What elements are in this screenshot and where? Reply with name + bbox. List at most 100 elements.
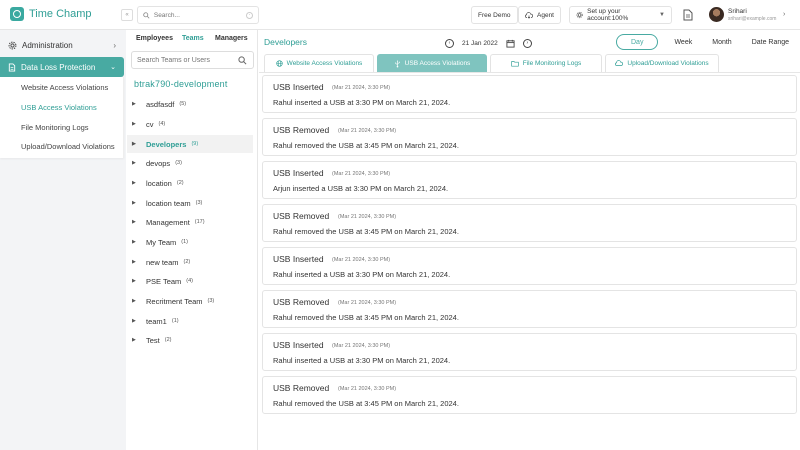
team-count: (2) (176, 180, 184, 186)
teams-search[interactable] (131, 51, 254, 69)
chevron-down-icon: ▼ (659, 12, 665, 18)
calendar-icon[interactable] (506, 39, 515, 48)
next-date-icon[interactable]: › (522, 38, 532, 48)
team-item[interactable]: ▶ Recritment Team (3) (127, 292, 253, 310)
dlp-submenu: Website Access Violations USB Access Vio… (0, 77, 124, 158)
avatar[interactable] (709, 7, 724, 22)
tab-label: File Monitoring Logs (522, 60, 582, 67)
team-item-active[interactable]: ▶ Developers (9) (127, 135, 253, 153)
team-count: (4) (158, 121, 166, 127)
team-item[interactable]: ▶ devops (3) (127, 154, 253, 172)
folder-icon (511, 61, 519, 67)
event-title: USB Removed (273, 383, 330, 393)
team-name: devops (146, 158, 171, 168)
global-search[interactable]: · (137, 6, 259, 24)
brand[interactable]: Time Champ (10, 7, 92, 21)
event-card: USB Inserted (Mar 21 2024, 3:30 PM) Rahu… (262, 75, 797, 113)
event-card: USB Inserted (Mar 21 2024, 3:30 PM) Arju… (262, 161, 797, 199)
caret-right-icon: ▶ (132, 337, 136, 343)
team-item[interactable]: ▶ location team (3) (127, 194, 253, 212)
team-item[interactable]: ▶ My Team (1) (127, 233, 253, 251)
chevron-right-icon: › (113, 40, 116, 50)
account-setup-button[interactable]: Set up your account:100% ▼ (569, 6, 672, 24)
team-item[interactable]: ▶ team1 (1) (127, 312, 253, 330)
range-month-button[interactable]: Month (704, 34, 739, 50)
subnav-website-access-violations[interactable]: Website Access Violations (21, 83, 108, 92)
tab-managers[interactable]: Managers (215, 35, 248, 42)
tab-teams[interactable]: Teams (182, 35, 204, 42)
team-count: (17) (194, 219, 205, 225)
event-message: Rahul inserted a USB at 3:30 PM on March… (273, 98, 451, 107)
range-week-button[interactable]: Week (666, 34, 700, 50)
caret-right-icon: ▶ (132, 278, 136, 284)
sidebar-item-label: Data Loss Protection (21, 62, 96, 72)
caret-right-icon: ▶ (132, 239, 136, 245)
team-item[interactable]: ▶ new team (2) (127, 253, 253, 271)
sidebar-item-data-loss-protection[interactable]: Data Loss Protection ⌄ (0, 57, 124, 77)
search-icon (238, 56, 247, 65)
team-count: (1) (171, 318, 179, 324)
event-card: USB Removed (Mar 21 2024, 3:30 PM) Rahul… (262, 204, 797, 242)
prev-date-icon[interactable]: ‹ (445, 38, 454, 48)
event-message: Rahul inserted a USB at 3:30 PM on March… (273, 270, 451, 279)
document-icon[interactable] (683, 9, 693, 23)
date-label[interactable]: 21 Jan 2022 (462, 40, 498, 47)
event-title: USB Removed (273, 211, 330, 221)
event-time: (Mar 21 2024, 3:30 PM) (338, 386, 397, 392)
subnav-upload-download-violations[interactable]: Upload/Download Violations (21, 142, 115, 151)
tab-upload-download-violations[interactable]: Upload/Download Violations (605, 54, 719, 72)
tab-usb-access-violations[interactable]: USB Access Violations (377, 54, 487, 72)
org-title[interactable]: btrak790-development (134, 79, 228, 89)
team-item[interactable]: ▶ Management (17) (127, 213, 253, 231)
sidebar-item-administration[interactable]: Administration › (0, 36, 124, 54)
tab-website-access-violations[interactable]: Website Access Violations (264, 54, 374, 72)
tab-employees[interactable]: Employees (136, 35, 173, 42)
event-message: Rahul removed the USB at 3:45 PM on Marc… (273, 227, 459, 236)
event-card: USB Removed (Mar 21 2024, 3:30 PM) Rahul… (262, 118, 797, 156)
caret-right-icon: ▶ (132, 160, 136, 166)
brand-name: Time Champ (29, 8, 92, 20)
range-day-button[interactable]: Day (616, 34, 659, 50)
team-item[interactable]: ▶ location (2) (127, 174, 253, 192)
violation-tabs: Website Access Violations USB Access Vio… (264, 54, 722, 72)
team-name: location (146, 178, 172, 188)
team-item[interactable]: ▶ asdfasdf (5) (127, 95, 253, 113)
team-name: PSE Team (146, 276, 182, 286)
event-title: USB Inserted (273, 340, 324, 350)
team-item[interactable]: ▶ PSE Team (4) (127, 272, 253, 290)
event-card: USB Removed (Mar 21 2024, 3:30 PM) Rahul… (262, 290, 797, 328)
user-menu-chevron-icon[interactable]: › (783, 11, 785, 18)
event-title: USB Inserted (273, 168, 324, 178)
team-name: team1 (146, 316, 167, 326)
top-bar: Time Champ « · Free Demo Agent Set up yo… (0, 0, 800, 30)
event-title: USB Removed (273, 125, 330, 135)
team-count: (3) (207, 298, 215, 304)
free-demo-label: Free Demo (478, 11, 511, 19)
free-demo-button[interactable]: Free Demo (471, 6, 518, 24)
range-date-range-button[interactable]: Date Range (744, 34, 797, 50)
cloud-icon (615, 60, 624, 66)
team-name: Developers (146, 139, 187, 149)
tab-label: Upload/Download Violations (627, 60, 709, 67)
team-name: cv (146, 119, 154, 129)
subnav-file-monitoring-logs[interactable]: File Monitoring Logs (21, 123, 89, 132)
subnav-usb-access-violations[interactable]: USB Access Violations (21, 103, 97, 112)
caret-right-icon: ▶ (132, 101, 136, 107)
event-message: Rahul inserted a USB at 3:30 PM on March… (273, 356, 451, 365)
event-title: USB Removed (273, 297, 330, 307)
collapse-sidebar-button[interactable]: « (121, 9, 133, 21)
event-card: USB Inserted (Mar 21 2024, 3:30 PM) Rahu… (262, 333, 797, 371)
sidebar: Administration › Data Loss Protection ⌄ … (0, 30, 126, 450)
event-message: Rahul removed the USB at 3:45 PM on Marc… (273, 399, 459, 408)
team-item[interactable]: ▶ Test (2) (127, 331, 253, 349)
team-count: (2) (183, 259, 191, 265)
search-input[interactable] (153, 11, 243, 19)
teams-search-input[interactable] (137, 56, 237, 64)
team-count: (2) (164, 337, 172, 343)
agent-button[interactable]: Agent (518, 6, 561, 24)
team-count: (4) (186, 278, 194, 284)
tabs-divider (259, 72, 800, 73)
team-item[interactable]: ▶ cv (4) (127, 115, 253, 133)
tab-file-monitoring-logs[interactable]: File Monitoring Logs (490, 54, 602, 72)
range-selector: Day Week Month Date Range (616, 34, 797, 50)
